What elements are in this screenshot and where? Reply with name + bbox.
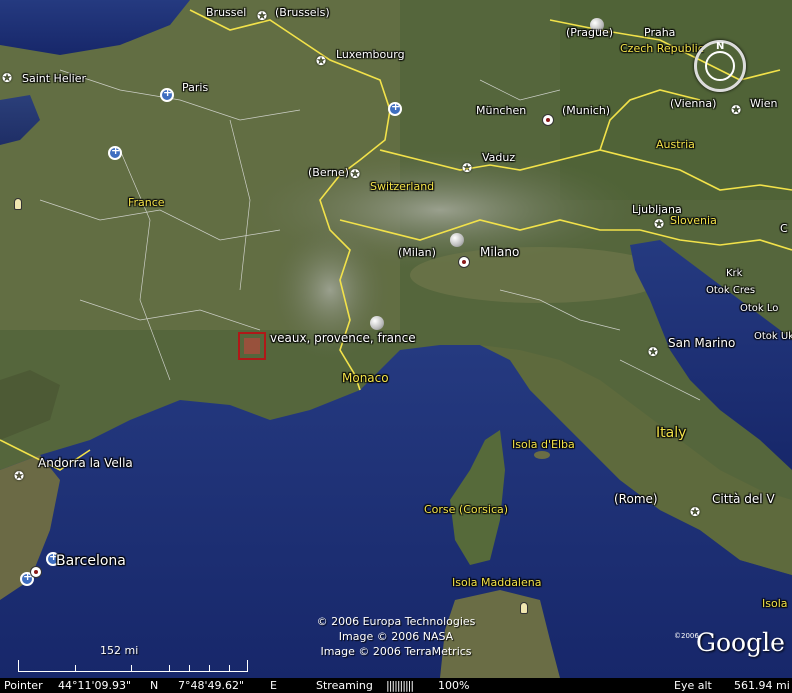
eye-altitude-value: 561.94 mi [734,679,790,692]
label-vienna[interactable]: (Vienna) [670,97,716,110]
label-paris[interactable]: Paris [182,81,208,94]
label-munchen[interactable]: München [476,104,526,117]
label-corse[interactable]: Corse (Corsica) [424,503,508,516]
label-milan[interactable]: (Milan) [398,246,436,259]
capital-star-icon: ✪ [731,103,742,117]
streaming-percent: 100% [438,679,470,692]
capital-star-icon: ✪ [316,54,327,68]
label-luxembourg[interactable]: Luxembourg [336,48,405,61]
globe-marker-icon[interactable] [450,233,464,247]
copyright-line-1: © 2006 Europa Technologies [316,615,476,628]
label-isola-maddalena[interactable]: Isola Maddalena [452,576,541,589]
label-c[interactable]: C [780,222,788,235]
label-france[interactable]: France [128,196,165,209]
capital-star-icon: ✪ [257,9,268,23]
map-viewport[interactable]: Brussel ✪ (Brussels) ✪ Luxembourg ✪ Sain… [0,0,792,678]
search-result-marker[interactable] [238,332,266,360]
label-search-result[interactable]: veaux, provence, france [270,331,416,345]
capital-star-icon: ✪ [690,505,701,519]
google-logo: Google [696,628,785,657]
label-praha[interactable]: Praha [644,26,675,39]
label-wien[interactable]: Wien [750,97,777,110]
navigation-compass[interactable]: N [694,40,746,92]
label-prague[interactable]: (Prague) [566,26,613,39]
pegman-icon[interactable] [14,198,22,210]
streaming-label: Streaming [316,679,373,692]
longitude-direction: E [270,679,277,692]
capital-star-icon: ✪ [2,71,13,85]
scale-tick [169,665,170,671]
city-marker-icon[interactable] [542,114,554,126]
pointer-latitude: 44°11'09.93" [58,679,132,692]
capital-star-icon: ✪ [654,217,665,231]
label-czech-republic[interactable]: Czech Republic [620,42,704,55]
label-otok-lo[interactable]: Otok Lo [740,303,778,314]
compass-ring-icon[interactable] [705,51,735,81]
photo-layer-icon[interactable] [108,144,122,160]
scale-tick [189,665,190,671]
scale-bar [18,660,248,672]
scale-label: 152 mi [100,644,139,657]
streaming-progress: |||||||||| [386,679,414,692]
label-brussel[interactable]: Brussel [206,6,246,19]
label-andorra[interactable]: Andorra la Vella [38,456,133,470]
label-barcelona[interactable]: Barcelona [56,553,126,569]
capital-star-icon: ✪ [462,161,473,175]
copyright-line-2: Image © 2006 NASA [338,630,454,643]
label-brussels[interactable]: (Brussels) [275,6,330,19]
label-munich[interactable]: (Munich) [562,104,610,117]
capital-star-icon: ✪ [350,167,361,181]
label-otok-cres[interactable]: Otok Cres [706,285,755,296]
label-isola-elba[interactable]: Isola d'Elba [512,438,575,451]
city-marker-icon[interactable] [458,256,470,268]
label-vaduz[interactable]: Vaduz [482,151,515,164]
capital-star-icon: ✪ [14,469,25,483]
status-bar: Pointer 44°11'09.93" N 7°48'49.62" E Str… [0,678,792,693]
label-krk[interactable]: Krk [726,268,742,279]
google-earth-view: Brussel ✪ (Brussels) ✪ Luxembourg ✪ Sain… [0,0,792,693]
label-slovenia[interactable]: Slovenia [670,214,717,227]
scale-tick [131,665,132,671]
label-citta-del-vaticano[interactable]: Città del V [712,492,775,506]
label-italy[interactable]: Italy [656,425,686,441]
pointer-longitude: 7°48'49.62" [178,679,245,692]
label-otok-uk[interactable]: Otok Uk [754,331,792,342]
label-isola[interactable]: Isola [762,597,788,610]
photo-layer-icon[interactable] [388,100,402,116]
label-san-marino[interactable]: San Marino [668,336,735,350]
globe-marker-icon[interactable] [370,316,384,330]
copyright-line-3: Image © 2006 TerraMetrics [320,645,472,658]
latitude-direction: N [150,679,159,692]
capital-star-icon: ✪ [648,345,659,359]
label-berne[interactable]: (Berne) [308,166,349,179]
scale-tick [75,665,76,671]
copyright-notice: © 2006 Europa Technologies Image © 2006 … [306,614,486,659]
label-switzerland[interactable]: Switzerland [370,180,434,193]
city-marker-icon[interactable] [30,566,42,578]
pegman-icon[interactable] [520,602,528,614]
scale-tick [209,665,210,671]
label-saint-helier[interactable]: Saint Helier [22,72,86,85]
label-rome[interactable]: (Rome) [614,492,658,506]
eye-altitude-label: Eye alt [674,679,712,692]
label-monaco[interactable]: Monaco [342,371,389,385]
label-milano[interactable]: Milano [480,245,519,259]
scale-tick [229,665,230,671]
label-austria[interactable]: Austria [656,138,695,151]
pointer-label: Pointer [4,679,43,692]
photo-layer-icon[interactable] [160,86,174,102]
